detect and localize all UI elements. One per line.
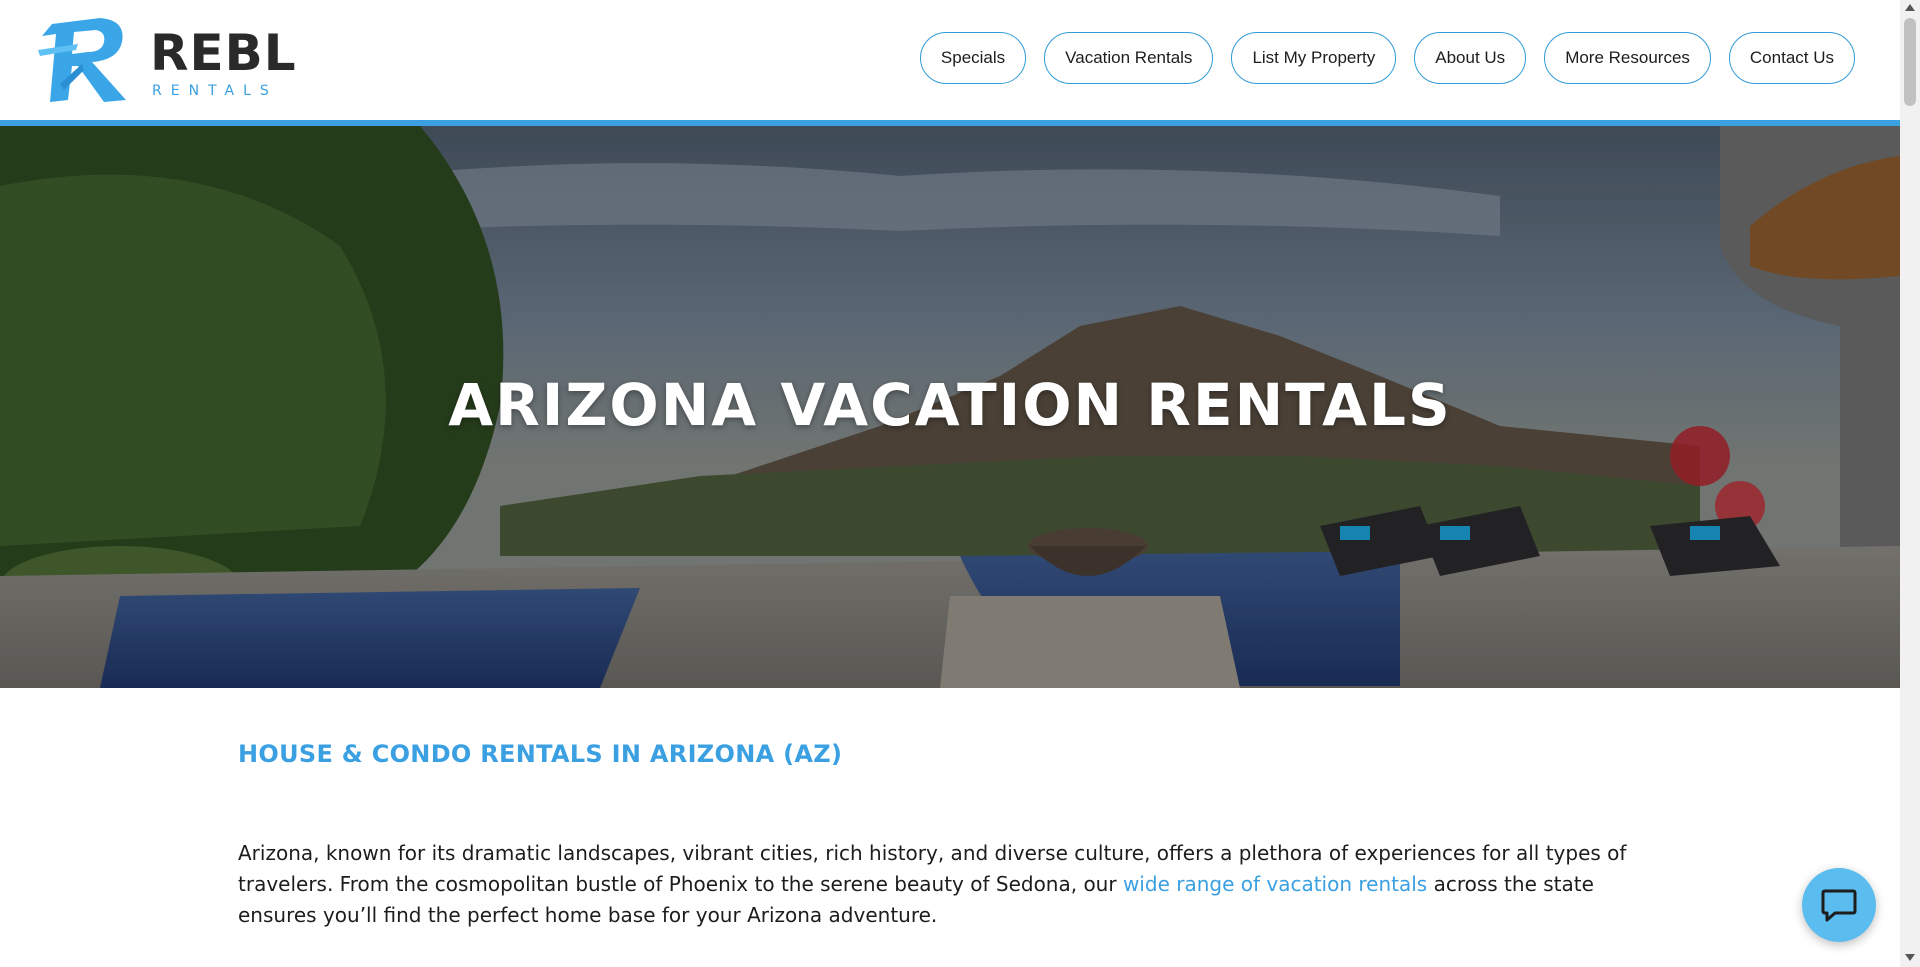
nav-more-resources-button[interactable]: More Resources — [1544, 32, 1711, 84]
nav-about-us-button[interactable]: About Us — [1414, 32, 1527, 84]
scroll-thumb[interactable] — [1904, 18, 1916, 106]
hero-title: ARIZONA VACATION RENTALS — [448, 371, 1452, 439]
nav-list-my-property-button[interactable]: List My Property — [1231, 32, 1397, 84]
section-heading: HOUSE & CONDO RENTALS IN ARIZONA (AZ) — [238, 740, 843, 768]
site-header: REBL RENTALS Specials Vacation Rentals L… — [0, 0, 1900, 120]
main-nav: Specials Vacation Rentals List My Proper… — [919, 32, 1855, 84]
nav-vacation-rentals-button[interactable]: Vacation Rentals — [1044, 32, 1214, 84]
main-content: HOUSE & CONDO RENTALS IN ARIZONA (AZ) Ar… — [238, 740, 1678, 931]
nav-contact-us-button[interactable]: Contact Us — [1728, 32, 1855, 84]
scroll-down-arrow-icon[interactable] — [1905, 954, 1915, 961]
rebl-logo-icon — [38, 18, 126, 102]
brand-name: REBL — [150, 24, 297, 82]
brand-tagline: RENTALS — [152, 83, 278, 99]
hero-banner: ARIZONA VACATION RENTALS — [0, 126, 1900, 688]
scroll-up-arrow-icon[interactable] — [1905, 4, 1915, 11]
chat-button[interactable] — [1802, 868, 1876, 942]
nav-specials-button[interactable]: Specials — [919, 32, 1027, 84]
intro-paragraph: Arizona, known for its dramatic landscap… — [238, 838, 1678, 931]
site-logo[interactable]: REBL RENTALS — [38, 14, 298, 104]
chat-bubble-icon — [1821, 889, 1857, 922]
page-scrollbar[interactable] — [1900, 0, 1920, 967]
vacation-rentals-link[interactable]: wide range of vacation rentals — [1123, 872, 1427, 896]
